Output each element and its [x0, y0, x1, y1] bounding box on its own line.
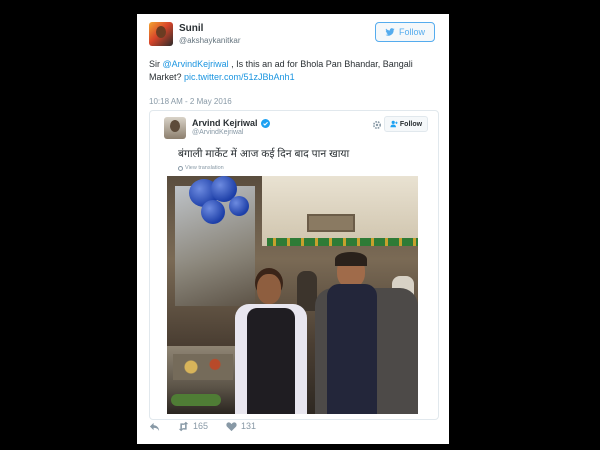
photo-man-2-muffler: [327, 284, 377, 414]
view-translation-label: View translation: [185, 165, 224, 171]
quoted-author-handle[interactable]: @ArvindKejriwal: [192, 129, 243, 136]
tweet-header: Sunil @akshaykanitkar Follow: [149, 20, 437, 56]
follow-button[interactable]: Follow: [375, 22, 435, 42]
tweet-card: Sunil @akshaykanitkar Follow Sir @Arvind…: [137, 14, 449, 444]
like-button[interactable]: 131: [226, 421, 256, 432]
tweet-text-prefix: Sir: [149, 59, 163, 69]
author-handle[interactable]: @akshaykanitkar: [179, 36, 240, 45]
author-name[interactable]: Sunil: [179, 23, 203, 34]
photo-man-1-face: [257, 274, 281, 304]
quoted-follow-label: Follow: [399, 120, 423, 128]
photo-pan-items: [173, 354, 233, 380]
mention-link[interactable]: @ArvindKejriwal: [163, 59, 229, 69]
tweet-actions: 165 131: [149, 418, 274, 434]
retweet-button[interactable]: 165: [178, 421, 208, 432]
reply-button[interactable]: [149, 421, 160, 432]
retweet-count: 165: [193, 421, 209, 431]
follow-label: Follow: [398, 27, 425, 37]
tweet-text: Sir @ArvindKejriwal , Is this an ad for …: [149, 58, 439, 84]
quoted-author-avatar[interactable]: [164, 117, 186, 139]
twitter-bird-icon: [385, 28, 395, 36]
photo-ac-unit: [307, 214, 355, 232]
balloon: [229, 196, 249, 216]
tweet-timestamp[interactable]: 10:18 AM - 2 May 2016: [149, 97, 232, 106]
view-translation-link[interactable]: View translation: [178, 165, 224, 171]
photo-garland: [267, 238, 418, 246]
photo-leaves: [171, 394, 221, 406]
embedded-tweet[interactable]: Arvind Kejriwal @ArvindKejriwal Follow ब…: [149, 110, 439, 420]
like-count: 131: [241, 421, 257, 431]
pic-link[interactable]: pic.twitter.com/51zJBbAnh1: [184, 72, 295, 82]
quoted-tweet-text: बंगाली मार्केट में आज कई दिन बाद पान खाय…: [178, 148, 350, 160]
photo-man-1-vest: [247, 308, 295, 414]
balloon: [201, 200, 225, 224]
globe-icon: [178, 165, 183, 171]
quoted-author-name-row[interactable]: Arvind Kejriwal: [192, 118, 270, 128]
gear-icon[interactable]: [372, 120, 382, 130]
add-user-icon: [390, 120, 398, 128]
verified-icon: [260, 118, 270, 128]
photo-man-2-hair: [335, 252, 367, 266]
author-avatar[interactable]: [149, 22, 173, 46]
tweet-photo[interactable]: [167, 176, 418, 414]
retweet-icon: [178, 421, 189, 431]
reply-icon: [149, 422, 160, 431]
heart-icon: [226, 421, 237, 431]
quoted-follow-button[interactable]: Follow: [384, 116, 428, 132]
photo-ceiling: [262, 176, 418, 246]
quoted-author-name: Arvind Kejriwal: [192, 118, 258, 128]
